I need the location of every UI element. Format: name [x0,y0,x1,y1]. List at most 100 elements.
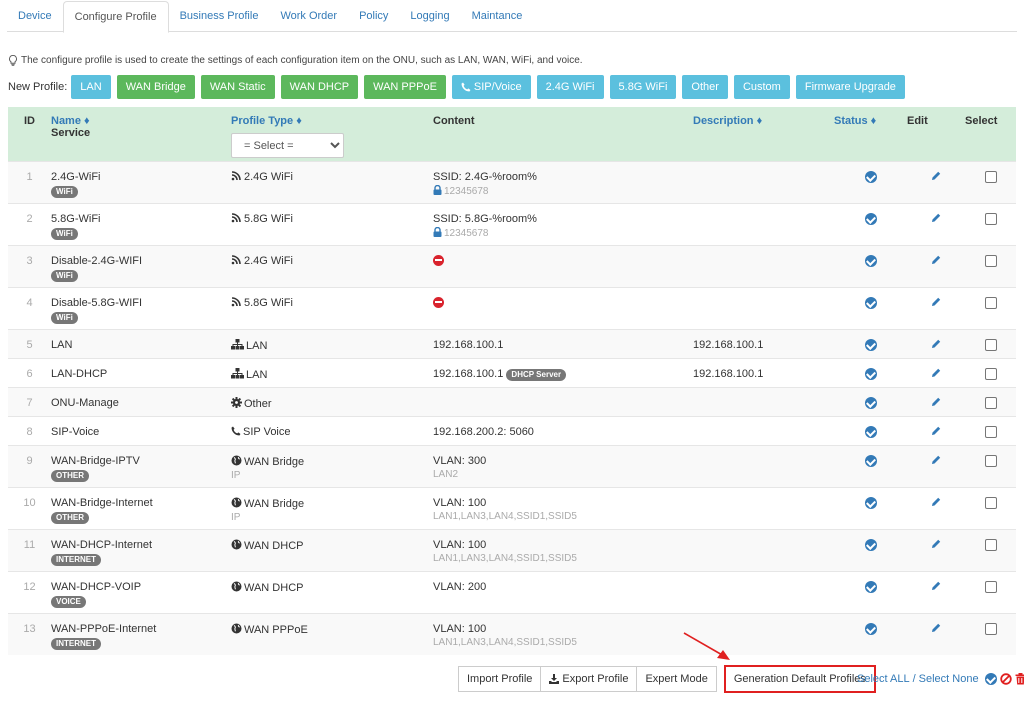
row-checkbox[interactable] [984,170,997,183]
tab-policy[interactable]: Policy [348,1,399,32]
row-checkbox[interactable] [984,425,997,438]
row-checkbox[interactable] [984,538,997,551]
name-cell: 5.8G-WiFi WiFi [51,202,231,245]
pencil-icon[interactable] [931,397,941,407]
globe-icon [231,497,242,507]
sort-status[interactable]: Status ♦ [834,115,876,127]
lock-icon [433,226,442,237]
name-cell: SIP-Voice [51,415,231,445]
pencil-icon[interactable] [931,171,941,181]
service-badge: INTERNET [51,553,101,566]
type-cell: Other [231,386,433,416]
sort-description[interactable]: Description ♦ [693,115,762,127]
row-checkbox[interactable] [984,396,997,409]
content-text: 192.168.200.2: 5060 [433,425,534,438]
edit-cell [907,286,965,329]
content-text: 192.168.100.1 [433,367,504,380]
content-cell: 192.168.200.2: 5060 [433,415,693,445]
content-cell [433,244,693,287]
tab-work-order[interactable]: Work Order [269,1,348,32]
profile-type: LAN [246,339,268,352]
status-enabled-icon[interactable] [864,425,877,438]
generation-default-profiles-button[interactable]: Generation Default Profiles [723,665,876,693]
status-enabled-icon[interactable] [864,496,877,509]
new-lan-button[interactable]: LAN [71,75,111,99]
new-wan-bridge-button[interactable]: WAN Bridge [116,75,195,99]
bulk-disable-icon[interactable] [999,673,1012,685]
status-enabled-icon[interactable] [864,296,877,309]
pencil-icon[interactable] [931,426,941,436]
edit-cell [907,202,965,245]
header-status: Status ♦ [834,107,907,161]
tab-configure-profile[interactable]: Configure Profile [62,1,169,33]
edit-cell [907,415,965,445]
pencil-icon[interactable] [931,339,941,349]
pencil-icon[interactable] [931,539,941,549]
status-enabled-icon[interactable] [864,622,877,635]
expert-mode-button[interactable]: Expert Mode [636,666,717,692]
bulk-delete-icon[interactable] [1015,673,1024,685]
status-enabled-icon[interactable] [864,170,877,183]
sort-name[interactable]: Name ♦ [51,115,231,127]
profile-name: Disable-5.8G-WIFI [51,296,143,309]
row-checkbox[interactable] [984,622,997,635]
pencil-icon[interactable] [931,255,941,265]
new-other-button[interactable]: Other [682,75,728,99]
status-enabled-icon[interactable] [864,454,877,467]
status-enabled-icon[interactable] [864,396,877,409]
select-none-link[interactable]: Select None [919,673,979,685]
new-profile-label: New Profile: [8,81,68,93]
pencil-icon[interactable] [931,213,941,223]
header-id: ID [8,107,51,161]
status-enabled-icon[interactable] [864,580,877,593]
pencil-icon[interactable] [931,623,941,633]
wifi-icon [231,254,241,264]
tab-maintance[interactable]: Maintance [461,1,534,32]
row-checkbox[interactable] [984,580,997,593]
row-checkbox[interactable] [984,454,997,467]
status-enabled-icon[interactable] [864,338,877,351]
row-id: 12 [8,570,51,613]
row-checkbox[interactable] [984,367,997,380]
import-profile-button[interactable]: Import Profile [458,666,542,692]
pencil-icon[interactable] [931,497,941,507]
export-profile-button[interactable]: Export Profile [540,666,638,692]
pencil-icon[interactable] [931,455,941,465]
new-wan-pppoe-button[interactable]: WAN PPPoE [364,75,446,99]
tab-logging[interactable]: Logging [399,1,460,32]
status-cell [834,244,907,287]
status-enabled-icon[interactable] [864,212,877,225]
row-checkbox[interactable] [984,296,997,309]
new-wan-static-button[interactable]: WAN Static [200,75,275,99]
status-enabled-icon[interactable] [864,254,877,267]
name-cell: LAN-DHCP [51,357,231,387]
row-id: 10 [8,486,51,529]
tab-device[interactable]: Device [7,1,63,32]
status-enabled-icon[interactable] [864,367,877,380]
new-custom-button[interactable]: Custom [733,75,790,99]
tab-business-profile[interactable]: Business Profile [169,1,270,32]
pencil-icon[interactable] [931,297,941,307]
new-sip-voice-button[interactable]: SIP/Voice [451,75,531,99]
lock-icon [433,184,442,195]
new-wan-dhcp-button[interactable]: WAN DHCP [280,75,359,99]
profile-type-filter[interactable]: = Select = [231,133,344,158]
new-firmware-upgrade-button[interactable]: Firmware Upgrade [795,75,905,99]
header-description: Description ♦ [693,107,834,161]
bulk-enable-icon[interactable] [984,673,997,685]
new-2-4g-wifi-button[interactable]: 2.4G WiFi [536,75,604,99]
row-checkbox[interactable] [984,212,997,225]
wifi-icon [231,212,241,222]
status-enabled-icon[interactable] [864,538,877,551]
service-badge: OTHER [51,469,89,482]
row-checkbox[interactable] [984,254,997,267]
sort-profile-type[interactable]: Profile Type ♦ [231,115,433,127]
new-5-8g-wifi-button[interactable]: 5.8G WiFi [609,75,677,99]
pencil-icon[interactable] [931,581,941,591]
row-checkbox[interactable] [984,338,997,351]
select-all-link[interactable]: Select ALL [857,673,910,685]
content-sub-text: LAN2 [433,468,459,480]
pencil-icon[interactable] [931,368,941,378]
profile-name: 5.8G-WiFi [51,212,101,225]
row-checkbox[interactable] [984,496,997,509]
